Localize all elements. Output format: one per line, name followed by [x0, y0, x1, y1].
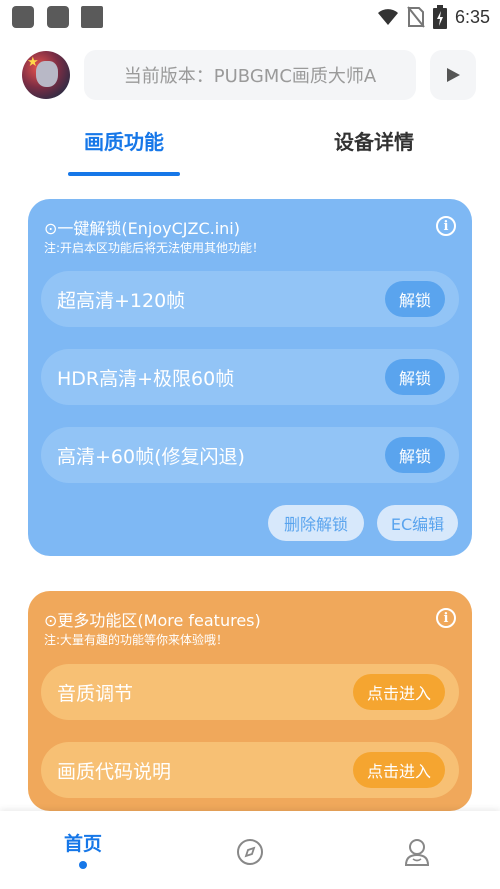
play-icon: [447, 68, 460, 82]
ec-edit-button[interactable]: EC编辑: [377, 505, 458, 541]
unlock-button[interactable]: 解锁: [385, 281, 445, 317]
list-item: HDR高清+极限60帧 解锁: [41, 349, 459, 405]
notification-icon: [81, 6, 103, 28]
play-button[interactable]: [430, 50, 476, 100]
row-label: 超高清+120帧: [57, 289, 186, 312]
version-display: 当前版本：PUBGMC画质大师A: [84, 50, 416, 100]
unlock-button[interactable]: 解锁: [385, 437, 445, 473]
row-label: 画质代码说明: [57, 760, 172, 783]
row-label: 音质调节: [57, 682, 134, 705]
tab-device-details[interactable]: 设备详情: [334, 126, 414, 155]
notification-icon: [12, 6, 34, 28]
card-title: ⊙一键解锁(EnjoyCJZC.ini): [44, 219, 240, 238]
delete-unlock-button[interactable]: 删除解锁: [268, 505, 364, 541]
row-label: 高清+60帧(修复闪退): [57, 445, 245, 468]
info-icon[interactable]: i: [436, 216, 456, 236]
bottom-navigation: 首页: [0, 811, 500, 889]
enter-button[interactable]: 点击进入: [353, 752, 445, 788]
notification-icon: [47, 6, 69, 28]
status-time: 6:35: [454, 6, 490, 27]
features-card: ⊙更多功能区(More features) 注:大量有趣的功能等你来体验哦！ i…: [28, 591, 472, 811]
card-subtitle: 注:大量有趣的功能等你来体验哦！: [44, 633, 229, 647]
list-item: 音质调节 点击进入: [41, 664, 459, 720]
unlock-button[interactable]: 解锁: [385, 359, 445, 395]
avatar-face: [36, 61, 58, 87]
tab-quality-features[interactable]: 画质功能: [84, 126, 164, 155]
info-icon[interactable]: i: [436, 608, 456, 628]
unlock-card: ⊙一键解锁(EnjoyCJZC.ini) 注:开启本区功能后将无法使用其他功能！…: [28, 199, 472, 556]
battery-icon: [432, 5, 447, 29]
card-title: ⊙更多功能区(More features): [44, 611, 261, 630]
card-subtitle: 注:开启本区功能后将无法使用其他功能！: [44, 241, 265, 255]
avatar[interactable]: ★: [22, 51, 70, 99]
no-sim-icon: [407, 6, 425, 28]
user-icon[interactable]: [403, 837, 431, 867]
nav-home[interactable]: 首页: [64, 829, 102, 856]
wifi-icon: [377, 9, 398, 25]
list-item: 高清+60帧(修复闪退) 解锁: [41, 427, 459, 483]
list-item: 画质代码说明 点击进入: [41, 742, 459, 798]
nav-active-dot: [79, 861, 87, 869]
list-item: 超高清+120帧 解锁: [41, 271, 459, 327]
enter-button[interactable]: 点击进入: [353, 674, 445, 710]
status-bar: 6:35: [0, 0, 500, 34]
active-tab-indicator: [68, 172, 180, 176]
row-label: HDR高清+极限60帧: [57, 367, 235, 390]
compass-icon[interactable]: [236, 838, 264, 866]
